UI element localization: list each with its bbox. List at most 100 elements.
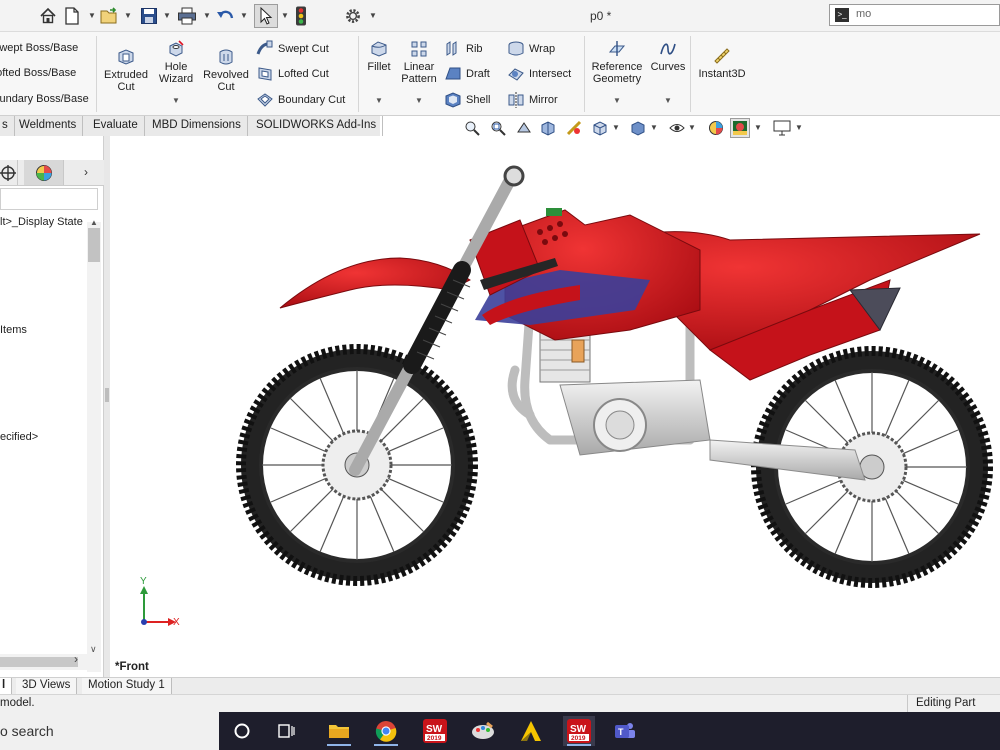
tab-model[interactable]: l — [0, 678, 13, 694]
select-dropdown-caret[interactable]: ▼ — [281, 11, 289, 20]
shell-button[interactable]: Shell — [444, 91, 490, 109]
print-icon[interactable] — [176, 5, 198, 27]
command-search-input[interactable]: >_ mo — [829, 4, 1000, 26]
rebuild-traffic-light-icon[interactable] — [290, 5, 312, 27]
apply-scene-icon[interactable] — [730, 118, 750, 138]
display-style-icon[interactable] — [628, 118, 648, 138]
lofted-boss-base-label: Lofted Boss/Base — [0, 67, 77, 79]
panel-tabs-next-arrow[interactable]: › — [84, 165, 88, 179]
undo-icon[interactable] — [215, 5, 237, 27]
dimxpert-manager-tab[interactable] — [0, 160, 18, 185]
options-gear-icon[interactable] — [342, 5, 364, 27]
scroll-up-arrow[interactable]: ▲ — [90, 218, 98, 227]
open-dropdown-caret[interactable]: ▼ — [124, 11, 132, 20]
boundary-cut-icon — [257, 93, 273, 107]
ribbon-separator — [690, 36, 691, 112]
save-icon[interactable] — [138, 5, 160, 27]
instant3d-button[interactable]: Instant3D — [694, 47, 750, 80]
hide-show-items-icon[interactable] — [667, 118, 687, 138]
chrome-icon[interactable] — [370, 716, 402, 746]
new-file-icon[interactable] — [61, 5, 83, 27]
hole-wizard-caret[interactable]: ▼ — [172, 96, 180, 105]
tree-item-unspecified[interactable]: ecified> — [0, 431, 38, 443]
print-dropdown-caret[interactable]: ▼ — [203, 11, 211, 20]
tab-motion-study-1[interactable]: Motion Study 1 — [82, 678, 172, 694]
swept-boss-base-button[interactable]: Swept Boss/Base — [0, 42, 78, 54]
file-explorer-icon[interactable] — [323, 716, 355, 746]
dynamic-annotation-icon[interactable] — [564, 118, 584, 138]
display-style-caret[interactable]: ▼ — [650, 123, 658, 132]
display-manager-tab[interactable] — [24, 160, 64, 185]
tab-evaluate[interactable]: Evaluate — [87, 116, 145, 136]
command-prompt-icon: >_ — [835, 8, 849, 22]
vertical-scrollbar[interactable]: ▲ ∨ — [87, 218, 101, 672]
tree-item-display-state[interactable]: lt>_Display State — [0, 216, 83, 228]
linear-pattern-caret[interactable]: ▼ — [415, 96, 423, 105]
hide-show-caret[interactable]: ▼ — [688, 123, 696, 132]
linear-pattern-button[interactable]: Linear Pattern — [398, 40, 440, 85]
scroll-down-arrow[interactable]: ∨ — [90, 644, 97, 655]
scroll-right-arrow[interactable]: › — [74, 652, 78, 666]
paint-palette-icon[interactable] — [467, 716, 499, 746]
crosshair-icon — [0, 165, 16, 181]
vertical-scroll-thumb[interactable] — [88, 228, 100, 262]
solidworks-2019-icon[interactable]: SW 2019 — [419, 716, 451, 746]
horizontal-scroll-thumb[interactable] — [0, 657, 78, 667]
apply-scene-caret[interactable]: ▼ — [754, 123, 762, 132]
tab-mbd-dimensions[interactable]: MBD Dimensions — [146, 116, 248, 136]
solidworks-2019-active-icon[interactable]: SW 2019 — [563, 716, 595, 746]
section-view-icon[interactable] — [538, 118, 558, 138]
wrap-button[interactable]: Wrap — [507, 40, 555, 58]
view-orientation-icon[interactable] — [590, 118, 610, 138]
rib-label: Rib — [466, 43, 483, 55]
home-icon[interactable] — [37, 5, 59, 27]
edit-appearance-icon[interactable] — [706, 118, 726, 138]
hole-wizard-button[interactable]: Hole Wizard — [154, 40, 198, 85]
chrome-running-indicator — [374, 744, 398, 746]
zoom-to-area-icon[interactable] — [488, 118, 508, 138]
reference-geometry-caret[interactable]: ▼ — [613, 96, 621, 105]
graphics-area[interactable]: Y X *Front — [110, 140, 1000, 677]
extruded-cut-label: Extruded Cut — [103, 69, 149, 93]
draft-icon — [445, 67, 461, 80]
boundary-cut-button[interactable]: Boundary Cut — [256, 91, 345, 109]
save-dropdown-caret[interactable]: ▼ — [163, 11, 171, 20]
teams-icon[interactable]: T — [609, 716, 641, 746]
undo-dropdown-caret[interactable]: ▼ — [240, 11, 248, 20]
fillet-caret[interactable]: ▼ — [375, 96, 383, 105]
new-dropdown-caret[interactable]: ▼ — [88, 11, 96, 20]
view-orientation-caret[interactable]: ▼ — [612, 123, 620, 132]
draft-button[interactable]: Draft — [444, 65, 490, 83]
zoom-to-fit-icon[interactable] — [462, 118, 482, 138]
cortana-circle-icon[interactable] — [226, 716, 258, 746]
mirror-button[interactable]: Mirror — [507, 91, 558, 109]
extruded-cut-button[interactable]: Extruded Cut — [101, 48, 151, 93]
boundary-boss-base-button[interactable]: Boundary Boss/Base — [0, 93, 89, 105]
autocad-icon[interactable] — [515, 716, 547, 746]
view-settings-icon[interactable] — [772, 118, 792, 138]
reference-geometry-button[interactable]: Reference Geometry — [589, 40, 645, 85]
tab-3d-views[interactable]: 3D Views — [16, 678, 78, 694]
intersect-button[interactable]: Intersect — [507, 65, 571, 83]
curves-button[interactable]: Curves — [649, 40, 687, 73]
options-dropdown-caret[interactable]: ▼ — [369, 11, 377, 20]
swept-cut-button[interactable]: Swept Cut — [256, 40, 329, 58]
splitter-grip[interactable] — [105, 388, 109, 402]
view-settings-caret[interactable]: ▼ — [795, 123, 803, 132]
revolved-cut-button[interactable]: Revolved Cut — [201, 48, 251, 93]
curves-caret[interactable]: ▼ — [664, 96, 672, 105]
tab-solidworks-add-ins[interactable]: SOLIDWORKS Add-Ins — [250, 116, 384, 136]
previous-view-icon[interactable] — [514, 118, 534, 138]
open-file-icon[interactable] — [99, 5, 121, 27]
task-view-icon[interactable] — [270, 716, 302, 746]
lofted-cut-button[interactable]: Lofted Cut — [256, 65, 329, 83]
tab-weldments[interactable]: Weldments — [13, 116, 84, 136]
rib-button[interactable]: Rib — [444, 40, 483, 58]
lofted-boss-base-button[interactable]: Lofted Boss/Base — [0, 67, 76, 79]
svg-text:SW: SW — [570, 724, 587, 735]
select-arrow-icon[interactable] — [254, 4, 278, 28]
taskbar-search-box[interactable]: o search — [0, 712, 219, 750]
feature-tree-filter-input[interactable] — [0, 188, 98, 210]
fillet-button[interactable]: Fillet — [362, 40, 396, 73]
tree-item-items[interactable]: Items — [0, 324, 27, 336]
